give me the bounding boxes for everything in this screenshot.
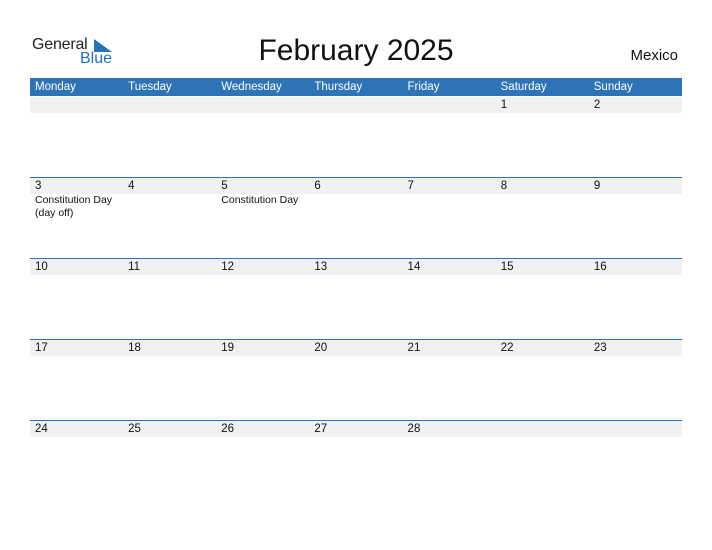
day-number: 15	[500, 261, 514, 273]
day-number: 28	[407, 423, 421, 435]
holiday-event: Constitution Day	[221, 194, 299, 206]
day-cell: 15	[496, 259, 589, 340]
day-cell	[216, 97, 309, 178]
day-cell: 19	[216, 340, 309, 421]
weekday-wednesday: Wednesday	[221, 81, 282, 93]
day-cell: 14	[403, 259, 496, 340]
weekday-header: Monday Tuesday Wednesday Thursday Friday…	[30, 78, 682, 96]
weekday-sunday: Sunday	[593, 81, 633, 93]
day-number: 14	[407, 261, 421, 273]
day-number: 20	[314, 342, 328, 354]
day-cell: 22	[496, 340, 589, 421]
day-cell	[309, 97, 402, 178]
page-title: February 2025	[258, 34, 454, 67]
weekday-friday: Friday	[407, 81, 440, 93]
day-cell: 21	[403, 340, 496, 421]
weekday-tuesday: Tuesday	[128, 81, 172, 93]
day-cell: 7	[403, 178, 496, 259]
day-number: 12	[221, 261, 235, 273]
day-cell: 10	[30, 259, 123, 340]
day-cell: 17	[30, 340, 123, 421]
day-cell: 16	[589, 259, 682, 340]
holiday-event: Constitution Day (day off)	[35, 194, 113, 219]
day-cell: 28	[403, 421, 496, 502]
day-cell: 25	[123, 421, 216, 502]
day-number: 27	[314, 423, 328, 435]
day-number: 6	[314, 180, 321, 192]
week-row: 10 11 12 13 14 15 16	[30, 258, 682, 340]
week-row: 17 18 19 20 21 22 23	[30, 339, 682, 421]
day-cell	[496, 421, 589, 502]
day-cell: 8	[496, 178, 589, 259]
country-label: Mexico	[630, 47, 678, 64]
day-cell: 18	[123, 340, 216, 421]
day-number: 25	[128, 423, 141, 435]
day-cell	[30, 97, 123, 178]
day-number: 1	[500, 99, 508, 111]
day-cell	[403, 97, 496, 178]
day-number: 7	[407, 180, 414, 192]
week-row: 3 Constitution Day (day off) 4 5 Constitutio…	[30, 177, 682, 259]
day-number: 13	[314, 261, 328, 273]
day-cell: 20	[309, 340, 402, 421]
day-cell: 27	[309, 421, 402, 502]
day-number: 9	[593, 180, 601, 192]
day-number: 18	[128, 342, 141, 354]
day-cell: 26	[216, 421, 309, 502]
day-cell: 2	[589, 97, 682, 178]
day-cell: 9	[589, 178, 682, 259]
week-row: 24 25 26 27 28	[30, 420, 682, 502]
day-number: 22	[500, 342, 514, 354]
day-number: 24	[35, 423, 48, 435]
day-number: 23	[593, 342, 607, 354]
day-number: 4	[128, 180, 135, 192]
day-number: 26	[221, 423, 235, 435]
day-number: 17	[35, 342, 48, 354]
weekday-saturday: Saturday	[500, 81, 547, 93]
day-number: 3	[35, 180, 42, 192]
day-cell: 5 Constitution Day	[216, 178, 309, 259]
day-number: 11	[128, 261, 141, 273]
day-cell: 13	[309, 259, 402, 340]
day-number: 21	[407, 342, 421, 354]
week-row: 12	[30, 97, 682, 178]
day-cell: 23	[589, 340, 682, 421]
day-cell: 11	[123, 259, 216, 340]
day-cell	[123, 97, 216, 178]
day-cell: 12	[216, 259, 309, 340]
day-number: 5	[221, 180, 228, 192]
day-cell: 1	[496, 97, 589, 178]
day-number: 19	[221, 342, 235, 354]
day-cell: 24	[30, 421, 123, 502]
day-cell: 6	[309, 178, 402, 259]
day-number: 8	[500, 180, 508, 192]
day-number: 2	[593, 99, 601, 111]
weekday-monday: Monday	[35, 81, 76, 93]
day-cell: 4	[123, 178, 216, 259]
day-cell	[589, 421, 682, 502]
day-cell: 3 Constitution Day (day off)	[30, 178, 123, 259]
day-number: 10	[35, 261, 48, 273]
day-number: 16	[593, 261, 607, 273]
weekday-thursday: Thursday	[314, 81, 363, 93]
